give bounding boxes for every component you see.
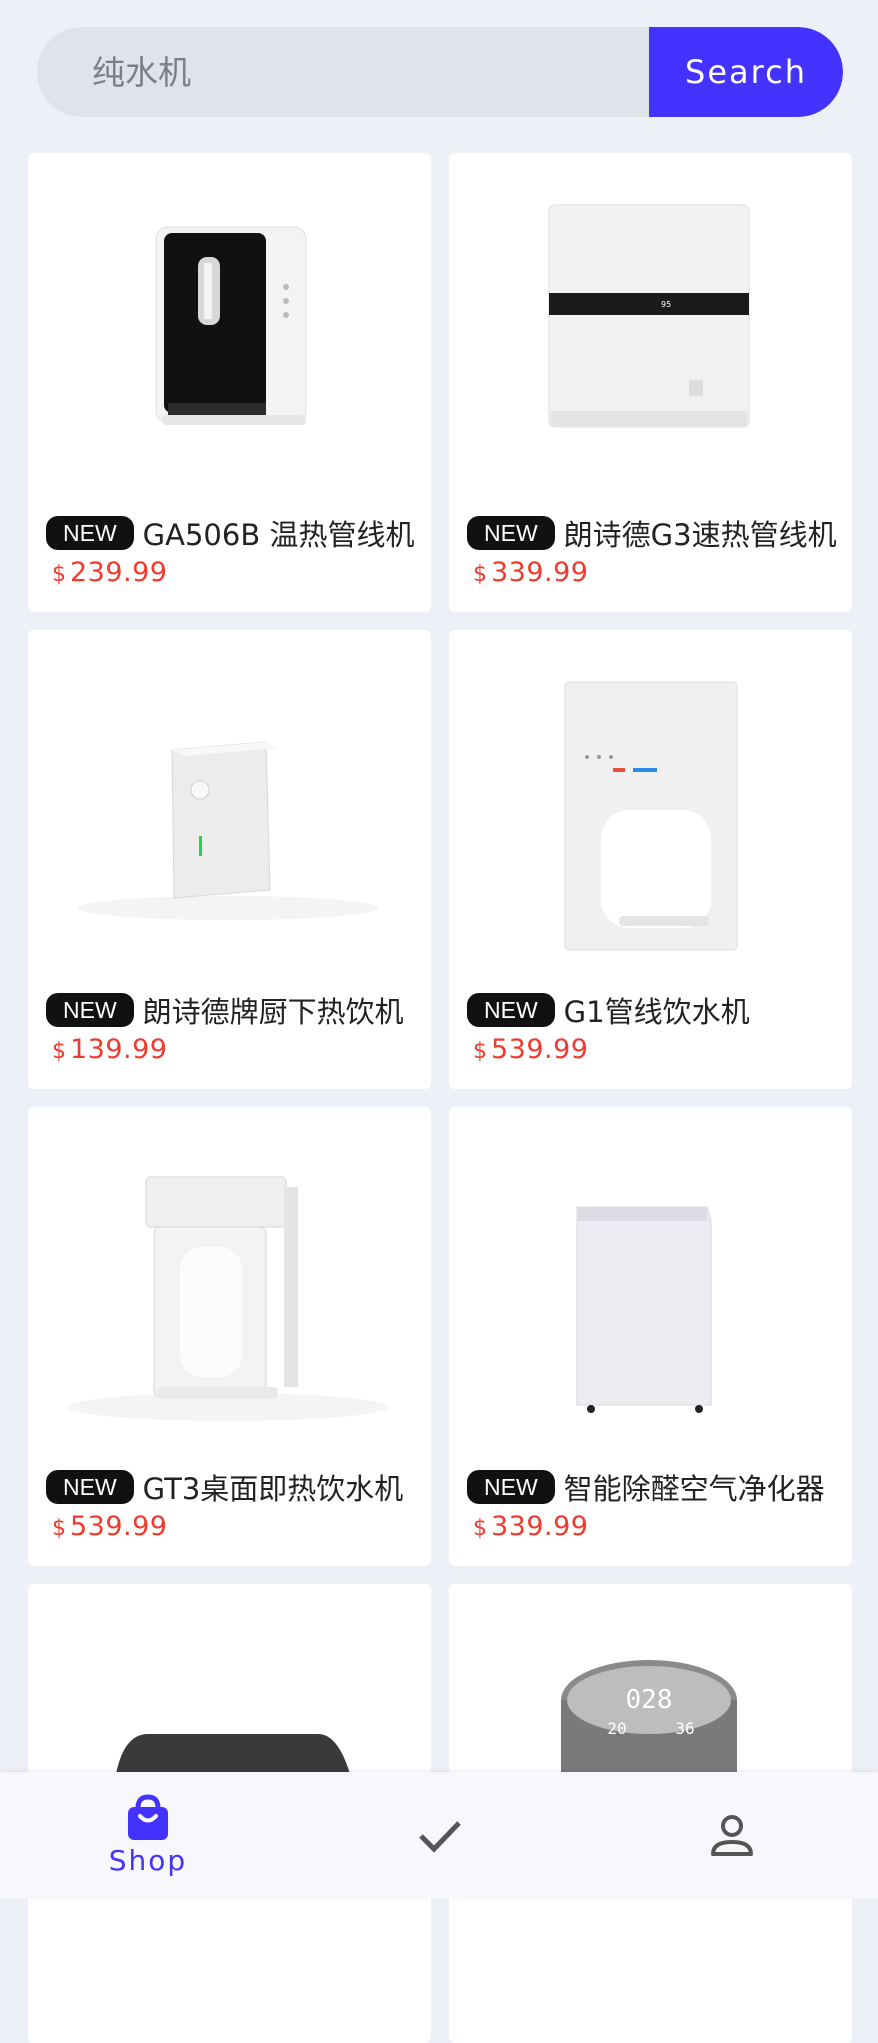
product-price: 339.99: [491, 1511, 589, 1542]
product-title: 朗诗德G3速热管线机: [563, 518, 837, 552]
product-title-row: NEW GT3桌面即热饮水机: [46, 1467, 417, 1507]
product-card[interactable]: NEW GA506B 温热管线机 $ 239.99: [28, 153, 431, 612]
search-bar: Search: [37, 27, 843, 117]
product-image: [28, 1107, 431, 1477]
product-title-row: NEW 朗诗德G3速热管线机: [467, 513, 838, 553]
currency-symbol: $: [52, 562, 66, 587]
product-price: 539.99: [491, 1034, 589, 1065]
product-price: 539.99: [70, 1511, 168, 1542]
nav-shop-label: Shop: [108, 1844, 188, 1877]
nav-shop[interactable]: Shop: [48, 1772, 248, 1899]
product-title-row: NEW G1管线饮水机: [467, 990, 838, 1030]
product-title: GT3桌面即热饮水机: [142, 1472, 404, 1506]
product-price-row: $ 339.99: [473, 557, 588, 593]
product-price: 339.99: [491, 557, 589, 588]
shopping-bag-icon: [128, 1794, 168, 1840]
new-badge: NEW: [46, 1470, 134, 1504]
currency-symbol: $: [52, 1516, 66, 1541]
new-badge: NEW: [467, 516, 555, 550]
device-display-text: 028: [626, 1685, 673, 1715]
product-title-row: NEW 朗诗德牌厨下热饮机: [46, 990, 417, 1030]
product-price: 139.99: [70, 1034, 168, 1065]
search-button[interactable]: Search: [649, 27, 843, 117]
product-card[interactable]: NEW 智能除醛空气净化器 $ 339.99: [449, 1107, 852, 1566]
product-price: 239.99: [70, 557, 168, 588]
product-image: [449, 1107, 852, 1477]
product-title: G1管线饮水机: [563, 995, 750, 1029]
product-price-row: $ 539.99: [52, 1511, 167, 1547]
product-price-row: $ 339.99: [473, 1511, 588, 1547]
product-card[interactable]: NEW G1管线饮水机 $ 539.99: [449, 630, 852, 1089]
product-price-row: $ 139.99: [52, 1034, 167, 1070]
nav-check[interactable]: [340, 1772, 540, 1899]
product-price-row: $ 239.99: [52, 557, 167, 593]
check-icon: [419, 1820, 461, 1853]
product-price-row: $ 539.99: [473, 1034, 588, 1070]
new-badge: NEW: [46, 516, 134, 550]
product-image: [449, 630, 852, 1000]
product-image: [28, 630, 431, 1000]
product-title: 朗诗德牌厨下热饮机: [142, 995, 404, 1029]
device-display-right: 36: [675, 1719, 694, 1738]
product-image: 95: [449, 153, 852, 523]
product-card[interactable]: 95 NEW 朗诗德G3速热管线机 $ 339.99: [449, 153, 852, 612]
nav-profile[interactable]: [632, 1772, 832, 1899]
product-title-row: NEW GA506B 温热管线机: [46, 513, 417, 553]
device-display-left: 20: [607, 1719, 626, 1738]
currency-symbol: $: [52, 1039, 66, 1064]
new-badge: NEW: [46, 993, 134, 1027]
bottom-nav: Shop: [0, 1772, 878, 1899]
currency-symbol: $: [473, 562, 487, 587]
svg-text:95: 95: [661, 300, 671, 309]
product-title: 智能除醛空气净化器: [563, 1472, 825, 1506]
product-image: [28, 153, 431, 523]
new-badge: NEW: [467, 993, 555, 1027]
person-icon: [711, 1814, 753, 1856]
product-card[interactable]: NEW 朗诗德牌厨下热饮机 $ 139.99: [28, 630, 431, 1089]
product-title-row: NEW 智能除醛空气净化器: [467, 1467, 838, 1507]
product-card[interactable]: NEW GT3桌面即热饮水机 $ 539.99: [28, 1107, 431, 1566]
currency-symbol: $: [473, 1039, 487, 1064]
search-input[interactable]: [37, 27, 649, 117]
currency-symbol: $: [473, 1516, 487, 1541]
new-badge: NEW: [467, 1470, 555, 1504]
product-title: GA506B 温热管线机: [142, 518, 415, 552]
